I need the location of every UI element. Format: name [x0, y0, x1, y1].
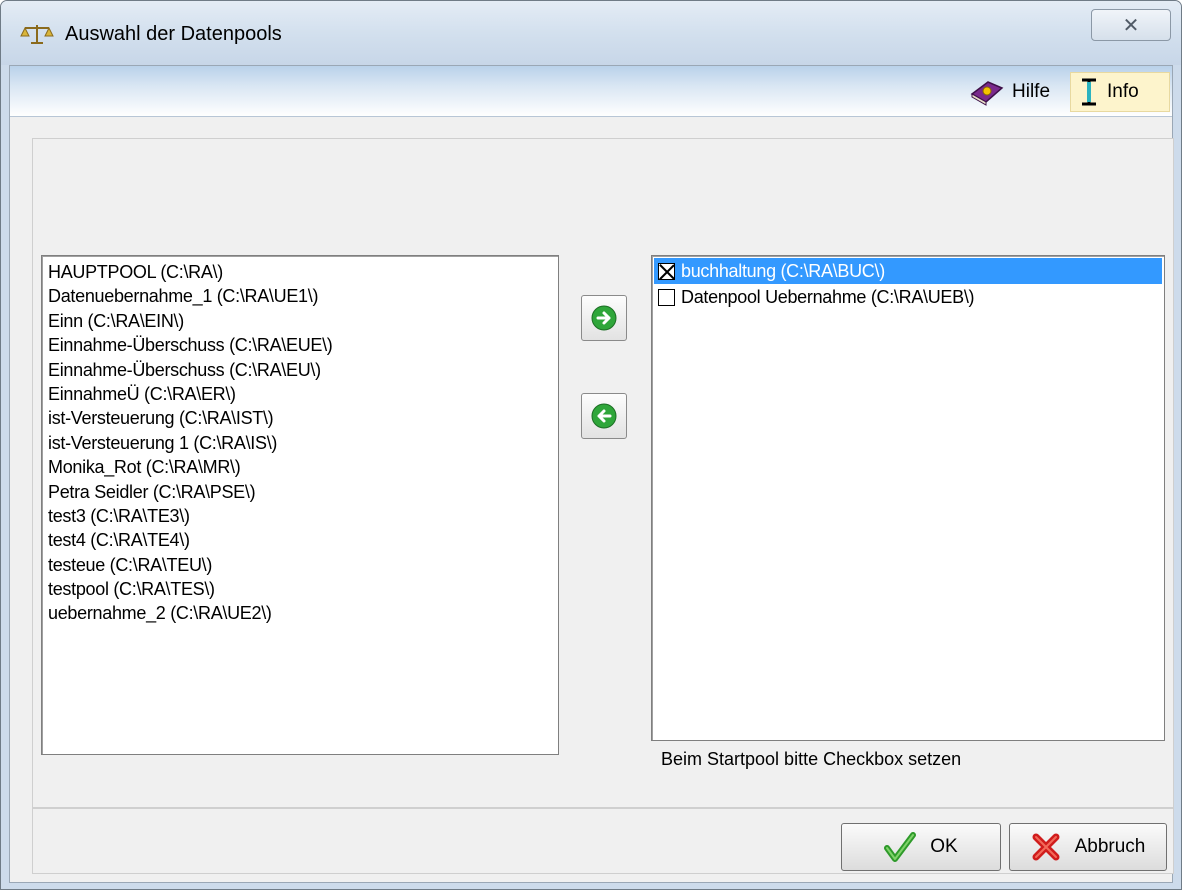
list-item[interactable]: buchhaltung (C:\RA\BUC\)	[654, 258, 1162, 284]
list-item[interactable]: testpool (C:\RA\TES\)	[48, 577, 552, 601]
cancel-label: Abbruch	[1074, 836, 1146, 857]
available-pools-list[interactable]: HAUPTPOOL (C:\RA\) Datenuebernahme_1 (C:…	[41, 255, 559, 755]
startpool-checkbox[interactable]	[658, 288, 675, 306]
cancel-x-icon	[1031, 832, 1061, 862]
pool-selection-panel: HAUPTPOOL (C:\RA\) Datenuebernahme_1 (C:…	[32, 138, 1174, 808]
toolbar: Hilfe Info	[10, 66, 1172, 117]
arrow-left-icon	[591, 403, 617, 429]
checkmark-icon	[884, 832, 917, 862]
arrow-right-icon	[591, 305, 617, 331]
list-item-label: Datenpool Uebernahme (C:\RA\UEB\)	[681, 286, 975, 307]
list-item[interactable]: uebernahme_2 (C:\RA\UE2\)	[48, 601, 552, 625]
list-item[interactable]: test3 (C:\RA\TE3\)	[48, 504, 552, 528]
list-item[interactable]: Einnahme-Überschuss (C:\RA\EUE\)	[48, 333, 552, 357]
dialog-window: Auswahl der Datenpools ✕ Hilfe Info HAUP…	[0, 0, 1182, 890]
close-icon: ✕	[1122, 14, 1140, 37]
info-button[interactable]: Info	[1070, 72, 1170, 112]
list-item[interactable]: Datenuebernahme_1 (C:\RA\UE1\)	[48, 284, 552, 308]
list-item[interactable]: ist-Versteuerung 1 (C:\RA\IS\)	[48, 431, 552, 455]
title-bar[interactable]: Auswahl der Datenpools ✕	[1, 1, 1181, 65]
startpool-hint: Beim Startpool bitte Checkbox setzen	[661, 749, 962, 769]
list-item-label: buchhaltung (C:\RA\BUC\)	[681, 260, 885, 281]
add-pool-button[interactable]	[581, 295, 627, 341]
startpool-checkbox[interactable]	[658, 262, 675, 280]
help-book-icon	[968, 78, 1004, 106]
scales-app-icon	[19, 23, 55, 45]
info-label: Info	[1107, 81, 1139, 102]
help-button[interactable]: Hilfe	[960, 72, 1060, 112]
cancel-button[interactable]: Abbruch	[1009, 823, 1167, 871]
list-item[interactable]: ist-Versteuerung (C:\RA\IST\)	[48, 406, 552, 430]
button-bar: OK Abbruch	[32, 808, 1174, 874]
list-item[interactable]: test4 (C:\RA\TE4\)	[48, 528, 552, 552]
selected-pools-list[interactable]: buchhaltung (C:\RA\BUC\) Datenpool Ueber…	[651, 255, 1165, 741]
list-item[interactable]: Datenpool Uebernahme (C:\RA\UEB\)	[654, 284, 1162, 310]
list-item[interactable]: testeue (C:\RA\TEU\)	[48, 553, 552, 577]
list-item[interactable]: HAUPTPOOL (C:\RA\)	[48, 260, 552, 284]
ok-label: OK	[930, 836, 958, 857]
help-label: Hilfe	[1012, 81, 1051, 102]
window-title: Auswahl der Datenpools	[65, 23, 282, 45]
ok-button[interactable]: OK	[841, 823, 1001, 871]
info-cursor-icon	[1079, 78, 1099, 106]
list-item[interactable]: Monika_Rot (C:\RA\MR\)	[48, 455, 552, 479]
list-item[interactable]: Einnahme-Überschuss (C:\RA\EU\)	[48, 358, 552, 382]
list-item[interactable]: Einn (C:\RA\EIN\)	[48, 309, 552, 333]
remove-pool-button[interactable]	[581, 393, 627, 439]
list-item[interactable]: EinnahmeÜ (C:\RA\ER\)	[48, 382, 552, 406]
dialog-client-area: Hilfe Info HAUPTPOOL (C:\RA\) Datenueber…	[9, 65, 1174, 883]
close-button[interactable]: ✕	[1091, 9, 1171, 41]
list-item[interactable]: Petra Seidler (C:\RA\PSE\)	[48, 480, 552, 504]
